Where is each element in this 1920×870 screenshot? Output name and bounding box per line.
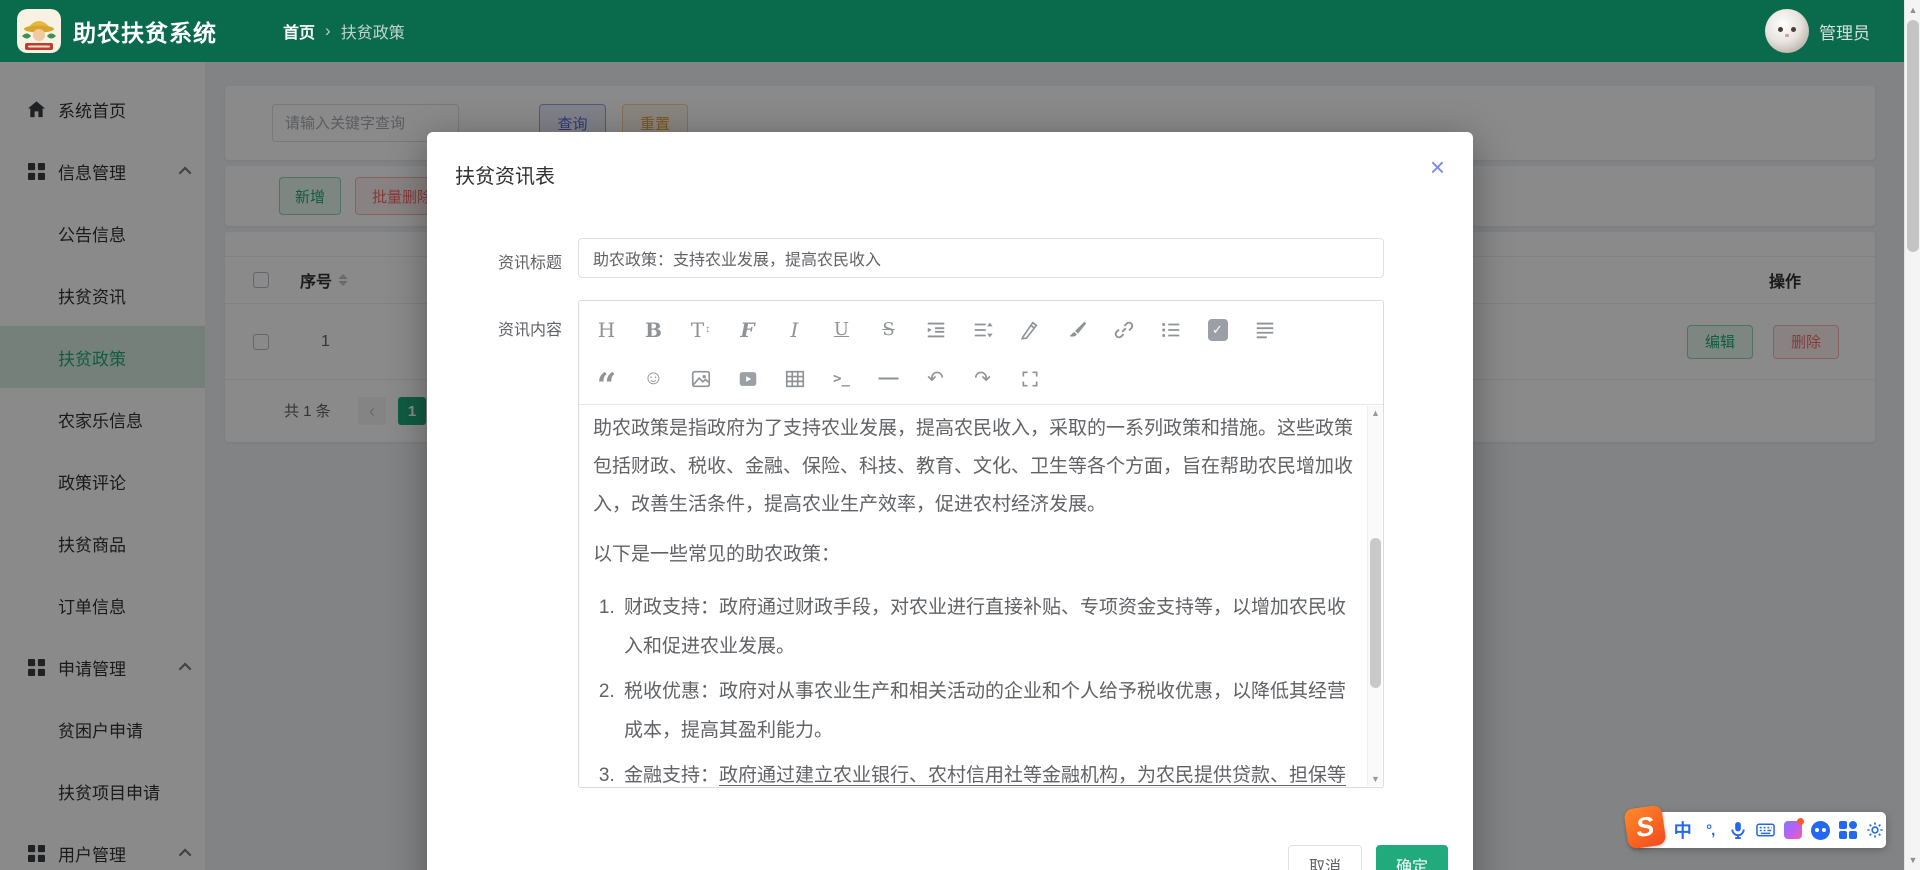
scroll-up-icon[interactable]: ▲ xyxy=(1905,2,1920,18)
breadcrumb: 首页 › 扶贫政策 xyxy=(283,19,405,43)
dialog-title: 扶贫资讯表 xyxy=(455,166,555,188)
editor-paragraph: 以下是一些常见的助农政策： xyxy=(593,544,841,565)
editor-scrollbar-thumb[interactable] xyxy=(1370,538,1381,688)
editor-image-icon[interactable] xyxy=(685,363,716,395)
skin-icon[interactable] xyxy=(1782,817,1804,843)
app-title: 助农扶贫系统 xyxy=(73,20,217,46)
editor-emoji-button[interactable]: ☺ xyxy=(638,363,669,395)
scroll-down-icon[interactable]: ▼ xyxy=(1368,772,1383,786)
list-item: 税收优惠：政府对从事农业生产和相关活动的企业和个人给予税收优惠，以降低其经营成本… xyxy=(620,672,1355,750)
page-scrollbar[interactable]: ▲ ▼ xyxy=(1904,0,1920,870)
scroll-down-icon[interactable]: ▼ xyxy=(1905,852,1920,868)
list-item: 财政支持：政府通过财政手段，对农业进行直接补贴、专项资金支持等，以增加农民收入和… xyxy=(620,588,1355,666)
editor-paragraph: 助农政策是指政府为了支持农业发展，提高农民收入，采取的一系列政策和措施。这些政策… xyxy=(593,418,1354,515)
app-logo-icon xyxy=(17,9,61,53)
editor-bulleted-list-icon[interactable] xyxy=(1155,314,1186,346)
content-field-label: 资讯内容 xyxy=(497,322,562,339)
editor-undo-button[interactable]: ↶ xyxy=(920,363,951,395)
editor-pen-icon[interactable] xyxy=(1014,314,1045,346)
poverty-news-form-dialog: 扶贫资讯表 × 资讯标题 资讯内容 H B T↕ F I U S xyxy=(427,132,1473,870)
editor-ordered-list: 财政支持：政府通过财政手段，对农业进行直接补贴、专项资金支持等，以增加农民收入和… xyxy=(593,588,1355,786)
editor-line-height-icon[interactable] xyxy=(967,314,998,346)
app-header: 助农扶贫系统 首页 › 扶贫政策 管理员 xyxy=(0,0,1920,62)
editor-brush-icon[interactable] xyxy=(1061,314,1092,346)
editor-todo-icon[interactable]: ✓ xyxy=(1202,314,1233,346)
settings-icon[interactable] xyxy=(1865,817,1887,843)
editor-table-icon[interactable] xyxy=(779,363,810,395)
punctuation-icon[interactable]: °, xyxy=(1700,817,1722,843)
avatar[interactable] xyxy=(1765,9,1809,53)
editor-link-icon[interactable] xyxy=(1108,314,1139,346)
editor-divider-button[interactable]: — xyxy=(873,363,904,395)
virtual-keyboard-icon[interactable] xyxy=(1755,817,1777,843)
breadcrumb-current: 扶贫政策 xyxy=(340,25,405,42)
close-icon[interactable]: × xyxy=(1430,154,1445,180)
breadcrumb-separator-icon: › xyxy=(325,21,331,40)
editor-bold-button[interactable]: B xyxy=(638,314,669,346)
editor-toolbar: H B T ↕ F I U S ✓ “ ☺ >_ — ↶ ↷ xyxy=(579,301,1383,405)
page-scrollbar-thumb[interactable] xyxy=(1907,20,1919,252)
editor-content[interactable]: 助农政策是指政府为了支持农业发展，提高农民收入，采取的一系列政策和措施。这些政策… xyxy=(580,406,1367,786)
sogou-logo-icon[interactable]: S xyxy=(1623,804,1667,850)
cancel-button[interactable]: 取消 xyxy=(1288,845,1362,870)
scroll-up-icon[interactable]: ▲ xyxy=(1368,406,1383,420)
title-field-label: 资讯标题 xyxy=(497,255,562,272)
editor-fullscreen-icon[interactable] xyxy=(1014,363,1045,395)
rich-text-editor: H B T ↕ F I U S ✓ “ ☺ >_ — ↶ ↷ 助农政策是指政府为… xyxy=(578,300,1384,788)
voice-input-icon[interactable] xyxy=(1727,817,1749,843)
news-title-input[interactable] xyxy=(578,238,1384,278)
user-name: 管理员 xyxy=(1819,23,1870,43)
editor-font-size-button[interactable]: T ↕ xyxy=(685,314,716,346)
editor-quote-button[interactable]: “ xyxy=(591,363,622,403)
editor-italic-button[interactable]: I xyxy=(779,314,810,346)
editor-header-button[interactable]: H xyxy=(591,314,622,346)
editor-code-button[interactable]: >_ xyxy=(826,363,857,395)
chinese-mode-icon[interactable]: 中 xyxy=(1672,817,1694,843)
list-item: 金融支持：政府通过建立农业银行、农村信用社等金融机构，为农民提供贷款、担保等金融… xyxy=(620,756,1355,786)
editor-redo-button[interactable]: ↷ xyxy=(967,363,998,395)
breadcrumb-home[interactable]: 首页 xyxy=(283,19,315,43)
editor-font-family-button[interactable]: F xyxy=(732,314,763,346)
toolbox-icon[interactable] xyxy=(1837,817,1859,843)
editor-scrollbar[interactable]: ▲ ▼ xyxy=(1367,406,1382,786)
editor-underline-button[interactable]: U xyxy=(826,314,857,346)
editor-video-icon[interactable] xyxy=(732,363,763,395)
smart-assistant-icon[interactable] xyxy=(1810,817,1832,843)
ime-toolbar: S 中 °, xyxy=(1623,804,1887,850)
user-menu[interactable]: 管理员 xyxy=(1765,9,1870,53)
editor-indent-icon[interactable] xyxy=(920,314,951,346)
confirm-button[interactable]: 确定 xyxy=(1376,845,1448,870)
editor-justify-icon[interactable] xyxy=(1249,314,1280,346)
editor-strikethrough-button[interactable]: S xyxy=(873,314,904,346)
